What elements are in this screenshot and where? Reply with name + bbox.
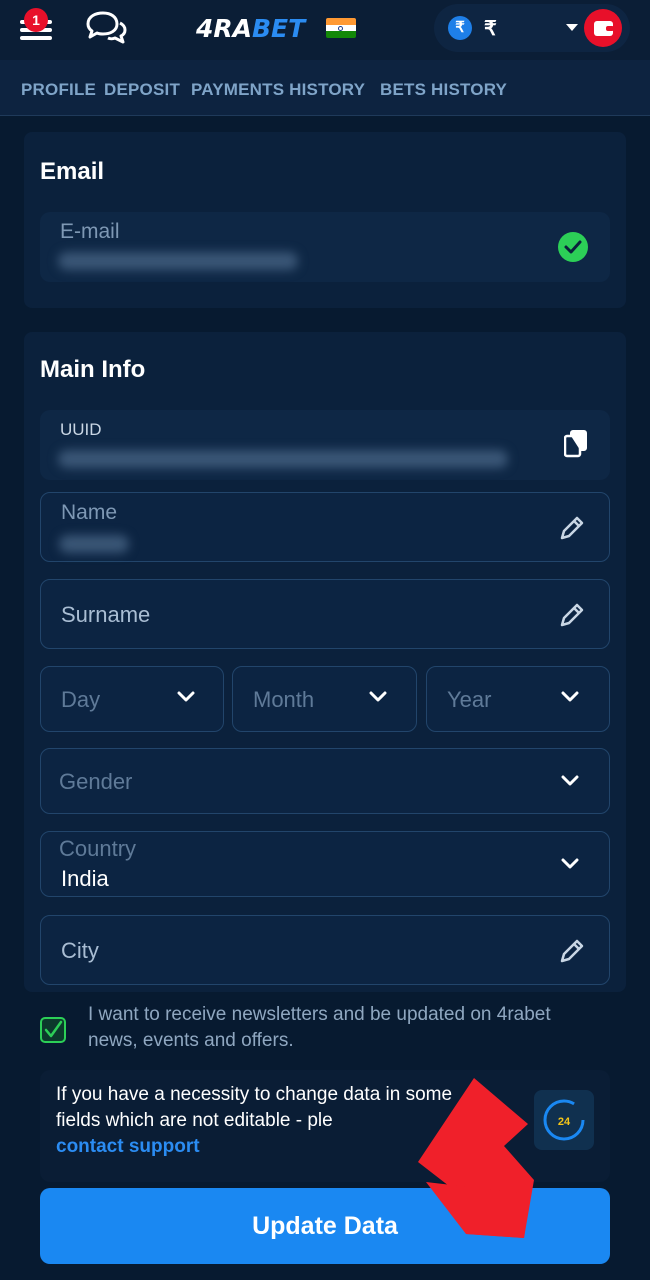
country-select[interactable]: Country India	[40, 831, 610, 897]
pencil-icon[interactable]	[557, 600, 587, 630]
surname-field[interactable]: Surname	[40, 579, 610, 649]
name-field[interactable]: Name	[40, 492, 610, 562]
email-value-redacted	[58, 252, 298, 270]
main-info-card: Main Info UUID Name Surname Day Month Ye…	[24, 332, 626, 992]
email-label: E-mail	[60, 220, 120, 243]
balance-widget[interactable]: ₹ ₹	[434, 4, 630, 52]
profile-tabs: PROFILE DEPOSIT PAYMENTS HISTORY BETS HI…	[0, 60, 650, 116]
pencil-icon[interactable]	[557, 936, 587, 966]
support-badge-text: 24	[558, 1116, 571, 1128]
email-field: E-mail	[40, 212, 610, 282]
month-select[interactable]: Month	[232, 666, 417, 732]
top-bar: 1 4RABET ₹ ₹	[0, 0, 650, 60]
support-message: If you have a necessity to change data i…	[56, 1084, 453, 1131]
newsletter-text: I want to receive newsletters and be upd…	[88, 1004, 551, 1051]
tab-payments-history[interactable]: PAYMENTS HISTORY	[191, 80, 365, 100]
red-arrow-annotation	[418, 1078, 534, 1238]
city-field[interactable]: City	[40, 915, 610, 985]
uuid-label: UUID	[60, 420, 102, 439]
main-info-title: Main Info	[40, 356, 146, 383]
chevron-down-icon	[177, 691, 195, 702]
uuid-value-redacted	[58, 450, 508, 468]
name-label: Name	[61, 501, 118, 524]
year-select[interactable]: Year	[426, 666, 610, 732]
brand-logo[interactable]: 4RABET	[196, 14, 305, 43]
uuid-field: UUID	[40, 410, 610, 480]
gender-select[interactable]: Gender	[40, 748, 610, 814]
month-placeholder: Month	[253, 687, 315, 712]
chevron-down-icon	[561, 858, 579, 869]
checkmark-icon	[44, 1020, 63, 1038]
india-flag-icon	[326, 18, 356, 38]
check-circle-icon	[558, 232, 588, 262]
copy-icon[interactable]	[564, 430, 588, 458]
email-card: Email E-mail	[24, 132, 626, 308]
pencil-icon[interactable]	[557, 513, 587, 543]
gender-placeholder: Gender	[59, 769, 133, 794]
tab-deposit[interactable]: DEPOSIT	[104, 80, 180, 100]
day-select[interactable]: Day	[40, 666, 224, 732]
notification-badge: 1	[24, 8, 48, 32]
year-placeholder: Year	[447, 687, 492, 712]
wallet-button[interactable]	[584, 9, 622, 47]
chevron-down-icon	[369, 691, 387, 702]
newsletter-checkbox[interactable]	[40, 1017, 66, 1043]
contact-support-link[interactable]: contact support	[56, 1136, 200, 1157]
day-placeholder: Day	[61, 687, 101, 712]
city-placeholder: City	[61, 938, 99, 963]
chevron-down-icon[interactable]	[566, 24, 578, 31]
tab-profile[interactable]: PROFILE	[21, 80, 96, 100]
support-24-icon[interactable]: 24	[534, 1090, 594, 1150]
wallet-icon	[594, 21, 614, 36]
name-value-redacted	[59, 535, 129, 553]
chevron-down-icon	[561, 691, 579, 702]
rupee-icon: ₹	[448, 16, 472, 40]
surname-placeholder: Surname	[61, 602, 151, 627]
chevron-down-icon	[561, 775, 579, 786]
clock-24-icon: 24	[543, 1099, 585, 1141]
balance-value: ₹	[484, 18, 497, 40]
tab-bets-history[interactable]: BETS HISTORY	[380, 80, 507, 100]
country-label: Country	[59, 836, 137, 861]
country-value: India	[61, 866, 109, 891]
chat-icon[interactable]	[84, 10, 128, 46]
email-title: Email	[40, 158, 105, 185]
